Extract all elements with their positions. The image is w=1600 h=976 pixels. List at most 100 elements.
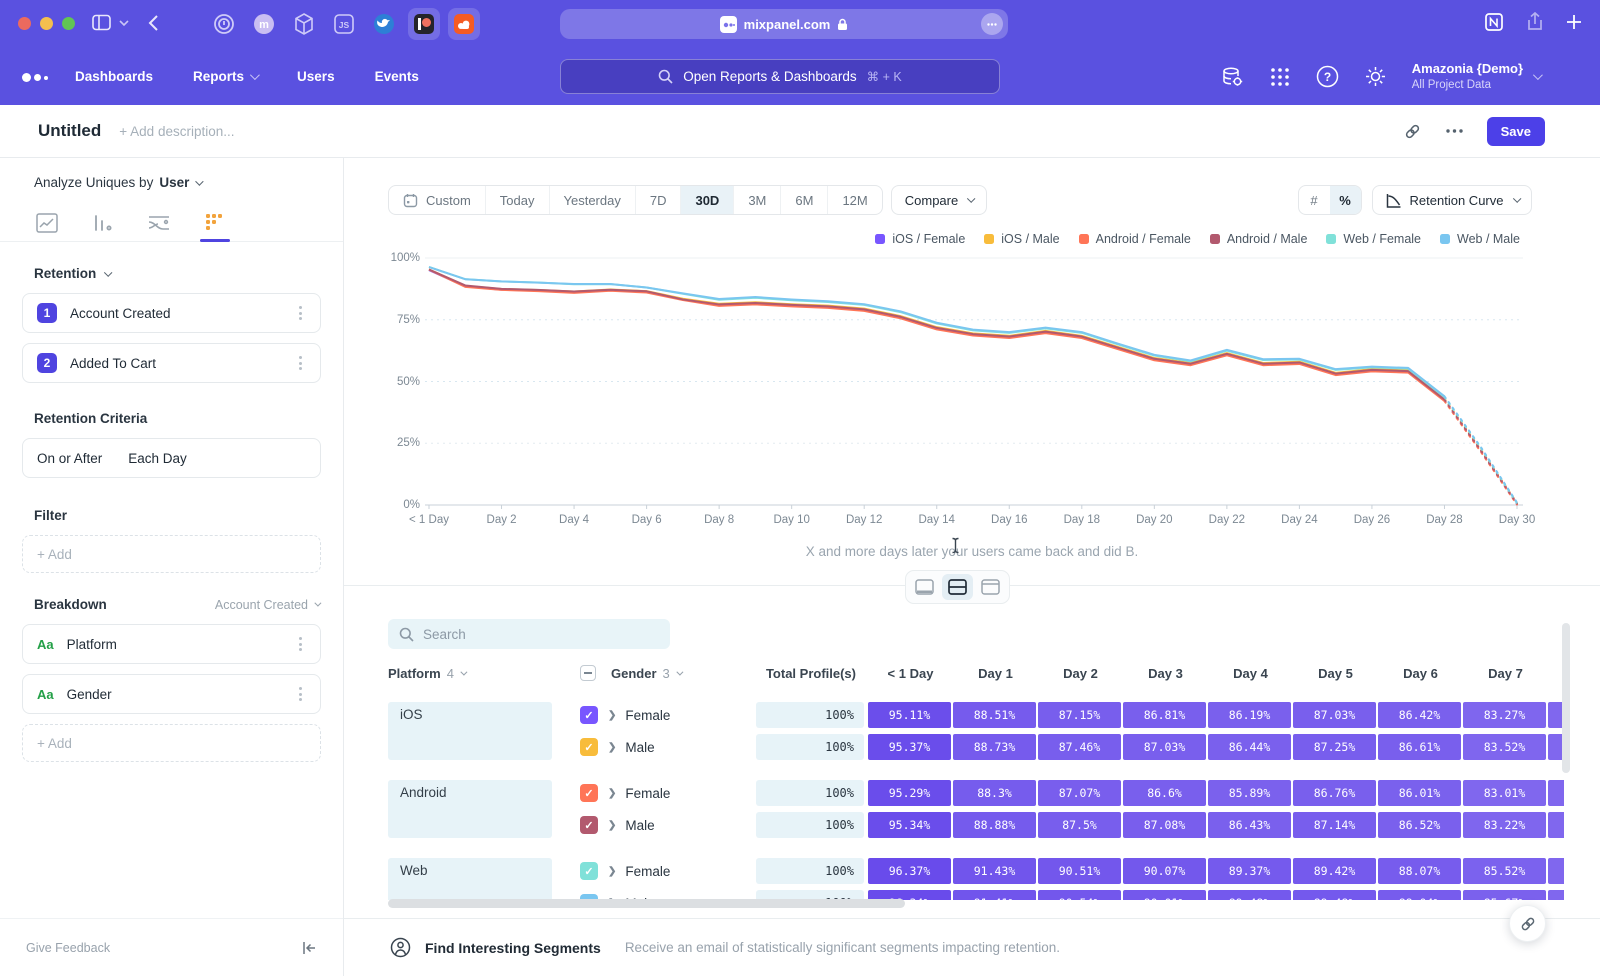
retention-value-cell[interactable]: 90.51% <box>1038 858 1121 884</box>
tab-bar-chart[interactable] <box>90 204 116 241</box>
new-tab-icon[interactable] <box>1566 14 1582 30</box>
retention-value-cell[interactable]: 86.19% <box>1208 702 1291 728</box>
retention-value-cell[interactable]: 90.54% <box>1038 890 1121 900</box>
segment-checkbox[interactable]: ✓ <box>580 706 598 724</box>
mixpanel-logo[interactable] <box>22 73 48 82</box>
platform-group-label[interactable]: Web <box>388 858 552 900</box>
expand-chevron-icon[interactable]: ❯ <box>608 710 616 721</box>
retention-value-cell[interactable]: 88.07% <box>1378 858 1461 884</box>
range-6m[interactable]: 6M <box>781 186 828 214</box>
expand-chevron-icon[interactable]: ❯ <box>608 742 616 753</box>
notion-icon[interactable] <box>1484 12 1504 32</box>
report-title[interactable]: Untitled <box>38 121 101 141</box>
nav-dashboards[interactable]: Dashboards <box>75 69 153 84</box>
retention-value-cell-clipped[interactable] <box>1548 890 1564 900</box>
tab-javascript-icon[interactable]: JS <box>328 8 360 40</box>
range-today[interactable]: Today <box>486 186 550 214</box>
legend-item[interactable]: iOS / Male <box>984 232 1059 246</box>
retention-value-cell[interactable]: 95.29% <box>868 780 951 806</box>
legend-item[interactable]: Web / Male <box>1440 232 1520 246</box>
copy-report-link-button[interactable] <box>1509 905 1546 942</box>
save-button[interactable]: Save <box>1487 117 1545 146</box>
legend-item[interactable]: Android / Male <box>1210 232 1308 246</box>
range-yesterday[interactable]: Yesterday <box>550 186 636 214</box>
breakdown-scope-dropdown[interactable]: Account Created <box>215 598 319 612</box>
legend-item[interactable]: Android / Female <box>1079 232 1191 246</box>
segments-title[interactable]: Find Interesting Segments <box>425 940 601 956</box>
platform-group-label[interactable]: iOS <box>388 702 552 760</box>
retention-value-cell[interactable]: 86.01% <box>1378 780 1461 806</box>
range-7d[interactable]: 7D <box>636 186 682 214</box>
range-12m[interactable]: 12M <box>828 186 881 214</box>
retention-value-cell[interactable]: 91.41% <box>953 890 1036 900</box>
expand-chevron-icon[interactable]: ❯ <box>608 866 616 877</box>
help-icon[interactable]: ? <box>1316 65 1339 88</box>
nav-users[interactable]: Users <box>297 69 335 84</box>
criteria-interval[interactable]: Each Day <box>128 451 187 466</box>
retention-value-cell[interactable]: 95.37% <box>868 734 951 760</box>
zoom-window-button[interactable] <box>62 17 75 30</box>
global-search-input[interactable]: Open Reports & Dashboards ⌘ + K <box>560 59 1000 94</box>
retention-value-cell[interactable]: 86.81% <box>1123 702 1206 728</box>
vertical-scrollbar[interactable] <box>1562 623 1570 773</box>
retention-value-cell[interactable]: 86.76% <box>1293 780 1376 806</box>
absolute-numbers-toggle[interactable]: # <box>1299 186 1330 214</box>
tab-patreon-icon[interactable] <box>408 8 440 40</box>
horizontal-scrollbar[interactable] <box>388 899 905 908</box>
table-search-input[interactable]: Search <box>388 619 670 649</box>
retention-value-cell[interactable]: 87.03% <box>1123 734 1206 760</box>
gender-column-header[interactable]: Gender3 <box>566 665 756 681</box>
retention-value-cell[interactable]: 87.08% <box>1123 812 1206 838</box>
back-button[interactable] <box>148 14 159 32</box>
tab-avatar-icon[interactable]: m <box>248 8 280 40</box>
range-3m[interactable]: 3M <box>734 186 781 214</box>
expand-chevron-icon[interactable]: ❯ <box>608 820 616 831</box>
more-options-icon[interactable] <box>1446 129 1463 133</box>
minimize-window-button[interactable] <box>40 17 53 30</box>
retention-value-cell-clipped[interactable] <box>1548 812 1564 838</box>
data-management-icon[interactable] <box>1220 65 1244 89</box>
retention-value-cell[interactable]: 87.03% <box>1293 702 1376 728</box>
step-options-kebab-icon[interactable] <box>295 352 306 374</box>
chart-type-dropdown[interactable]: Retention Curve <box>1372 185 1532 215</box>
chart-only-view-button[interactable] <box>909 574 940 600</box>
tab-soundcloud-icon[interactable] <box>448 8 480 40</box>
tab-line-chart[interactable] <box>34 204 60 241</box>
breakdown-options-kebab-icon[interactable] <box>295 683 306 705</box>
retention-value-cell[interactable]: 83.27% <box>1463 702 1546 728</box>
add-breakdown-button[interactable]: + Add <box>22 724 321 762</box>
table-only-view-button[interactable] <box>975 574 1006 600</box>
retention-value-cell[interactable]: 88.51% <box>953 702 1036 728</box>
retention-value-cell[interactable]: 86.61% <box>1378 734 1461 760</box>
segment-checkbox[interactable]: ✓ <box>580 862 598 880</box>
project-switcher[interactable]: Amazonia {Demo}All Project Data <box>1412 61 1540 93</box>
retention-value-cell[interactable]: 86.44% <box>1208 734 1291 760</box>
retention-section-label[interactable]: Retention <box>34 266 321 281</box>
retention-value-cell[interactable]: 83.01% <box>1463 780 1546 806</box>
copy-link-icon[interactable] <box>1403 122 1422 141</box>
range-custom[interactable]: Custom <box>389 186 486 214</box>
retention-value-cell[interactable]: 86.42% <box>1378 702 1461 728</box>
breakdown-options-kebab-icon[interactable] <box>295 633 306 655</box>
legend-item[interactable]: Web / Female <box>1326 232 1421 246</box>
retention-value-cell[interactable]: 86.52% <box>1378 812 1461 838</box>
retention-value-cell[interactable]: 95.34% <box>868 812 951 838</box>
legend-item[interactable]: iOS / Female <box>875 232 965 246</box>
percent-toggle[interactable]: % <box>1330 186 1361 214</box>
address-bar[interactable]: mixpanel.com <box>560 9 1008 39</box>
tab-flows[interactable] <box>146 204 172 241</box>
collapse-sidebar-icon[interactable] <box>302 941 317 955</box>
retention-value-cell[interactable]: 83.52% <box>1463 734 1546 760</box>
retention-value-cell[interactable]: 90.01% <box>1123 890 1206 900</box>
breakdown-gender[interactable]: Aa Gender <box>22 674 321 714</box>
retention-value-cell[interactable]: 88.73% <box>953 734 1036 760</box>
give-feedback-link[interactable]: Give Feedback <box>26 941 110 955</box>
retention-value-cell-clipped[interactable] <box>1548 858 1564 884</box>
sidebar-toggle-icon[interactable] <box>92 14 111 31</box>
retention-value-cell[interactable]: 95.11% <box>868 702 951 728</box>
retention-value-cell[interactable]: 88.04% <box>1378 890 1461 900</box>
chevron-down-icon[interactable] <box>119 20 129 27</box>
retention-step-1[interactable]: 1 Account Created <box>22 293 321 333</box>
criteria-mode[interactable]: On or After <box>37 451 102 466</box>
retention-value-cell[interactable]: 88.3% <box>953 780 1036 806</box>
